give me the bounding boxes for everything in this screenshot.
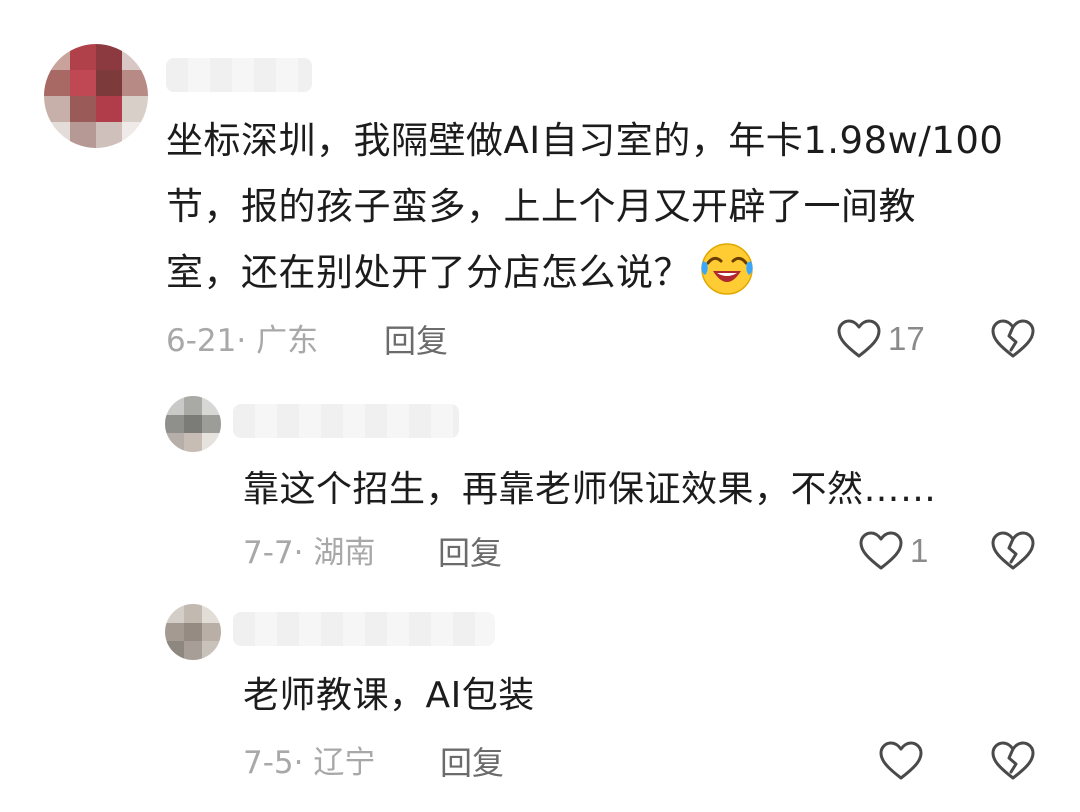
broken-heart-icon — [991, 531, 1035, 570]
like-count: 17 — [888, 320, 925, 357]
like-button[interactable]: 17 — [836, 318, 925, 360]
broken-heart-icon — [991, 319, 1035, 358]
dislike-button[interactable] — [990, 740, 1036, 782]
comment-text: 坐标深圳，我隔壁做AI自习室的，年卡1.98w/100 节，报的孩子蛮多，上上个… — [166, 108, 1003, 306]
heart-outline-icon — [879, 741, 923, 780]
avatar[interactable] — [44, 44, 148, 148]
reply-avatar[interactable] — [165, 604, 221, 660]
reply-meta: 7-5· 辽宁 — [243, 745, 376, 781]
reply-button[interactable]: 回复 — [438, 533, 502, 573]
reply-username-redacted[interactable] — [233, 404, 459, 438]
dislike-button[interactable] — [990, 530, 1036, 572]
dislike-button[interactable] — [990, 318, 1036, 360]
comment-meta: 6-21· 广东 — [166, 323, 319, 359]
reply-meta: 7-7· 湖南 — [243, 535, 376, 571]
broken-heart-icon — [991, 741, 1035, 780]
like-button[interactable] — [878, 740, 930, 782]
username-redacted[interactable] — [166, 58, 312, 92]
reply-username-redacted[interactable] — [233, 612, 495, 646]
reply-text: 靠这个招生，再靠老师保证效果，不然…… — [243, 469, 937, 510]
reply-button[interactable]: 回复 — [440, 743, 504, 783]
heart-outline-icon — [837, 319, 881, 358]
laughing-crying-emoji-icon — [701, 243, 753, 295]
like-button[interactable]: 1 — [858, 530, 928, 572]
reply-text: 老师教课，AI包装 — [243, 675, 535, 716]
reply-avatar[interactable] — [165, 396, 221, 452]
reply-button[interactable]: 回复 — [384, 321, 448, 361]
heart-outline-icon — [859, 531, 903, 570]
like-count: 1 — [910, 532, 929, 569]
